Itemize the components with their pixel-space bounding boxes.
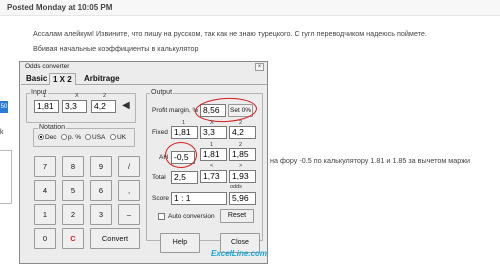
total-under-odds[interactable]: 1,73 bbox=[200, 170, 227, 183]
key-minus[interactable]: – bbox=[118, 204, 140, 225]
score-odds-field[interactable]: 5,96 bbox=[229, 192, 256, 205]
key-7[interactable]: 7 bbox=[34, 156, 56, 177]
arrow-left-icon[interactable]: ◀ bbox=[122, 100, 130, 111]
total-header-under: < bbox=[210, 163, 214, 169]
input-header-1: 1 bbox=[43, 93, 47, 99]
side-panel bbox=[0, 150, 12, 204]
odds-converter-window: Odds converter × Basic 1 X 2 Arbitrage I… bbox=[19, 61, 268, 264]
post-header: Posted Monday at 10:05 PM bbox=[0, 0, 500, 16]
ah-odds-2[interactable]: 1,85 bbox=[229, 148, 256, 161]
key-0[interactable]: 0 bbox=[34, 228, 56, 249]
key-3[interactable]: 3 bbox=[90, 204, 112, 225]
post-text-line-1: Ассалам алейкум! Извините, что пишу на р… bbox=[33, 29, 427, 38]
input-header-2: 2 bbox=[103, 93, 107, 99]
radio-percent-icon bbox=[61, 134, 67, 141]
output-group-label: Output bbox=[150, 89, 174, 96]
fixed-label: Fixed bbox=[152, 129, 168, 136]
window-title: Odds converter bbox=[25, 63, 70, 70]
tab-basic[interactable]: Basic bbox=[23, 73, 50, 85]
convert-button[interactable]: Convert bbox=[90, 228, 140, 249]
notation-uk[interactable]: UK bbox=[110, 134, 126, 141]
post-timestamp: Posted Monday at 10:05 PM bbox=[7, 3, 113, 12]
key-6[interactable]: 6 bbox=[90, 180, 112, 201]
reset-button[interactable]: Reset bbox=[220, 209, 254, 223]
fixed-odds-1[interactable]: 1,81 bbox=[171, 126, 198, 139]
auto-conversion-label: Auto conversion bbox=[168, 213, 215, 220]
radio-uk-icon bbox=[110, 134, 116, 141]
window-close-icon[interactable]: × bbox=[255, 63, 264, 71]
notation-usa[interactable]: USA bbox=[85, 134, 105, 141]
total-label: Total bbox=[152, 174, 166, 181]
side-badge[interactable]: 50 bbox=[0, 101, 8, 113]
clear-button[interactable]: C bbox=[62, 228, 84, 249]
key-4[interactable]: 4 bbox=[34, 180, 56, 201]
tab-bar: Basic 1 X 2 Arbitrage bbox=[21, 73, 267, 85]
input-odds-2[interactable]: 4,2 bbox=[91, 100, 116, 113]
fixed-odds-x[interactable]: 3,3 bbox=[200, 126, 227, 139]
key-5[interactable]: 5 bbox=[62, 180, 84, 201]
help-button[interactable]: Help bbox=[160, 233, 200, 253]
input-odds-1[interactable]: 1,81 bbox=[34, 100, 59, 113]
tab-1x2[interactable]: 1 X 2 bbox=[49, 73, 76, 85]
total-line-field[interactable]: 2,5 bbox=[171, 171, 198, 184]
side-letter: k bbox=[0, 129, 4, 136]
radio-dec-icon bbox=[38, 134, 44, 141]
post-text-line-3: на фору -0.5 по калькулятору 1.81 и 1.85… bbox=[270, 156, 471, 165]
odds-header: odds bbox=[230, 184, 242, 190]
total-over-odds[interactable]: 1,93 bbox=[229, 170, 256, 183]
key-divide[interactable]: / bbox=[118, 156, 140, 177]
key-9[interactable]: 9 bbox=[90, 156, 112, 177]
notation-percent[interactable]: p. % bbox=[61, 134, 81, 141]
tab-arbitrage[interactable]: Arbitrage bbox=[81, 73, 123, 85]
notation-label: Notation bbox=[38, 124, 67, 131]
post-text-line-2: Вбивая начальные коэффициенты в калькуля… bbox=[33, 44, 199, 53]
key-1[interactable]: 1 bbox=[34, 204, 56, 225]
profit-margin-label: Profit margin, % bbox=[152, 107, 199, 114]
input-header-x: X bbox=[75, 93, 79, 99]
radio-usa-icon bbox=[85, 134, 91, 141]
fixed-odds-2[interactable]: 4,2 bbox=[229, 126, 256, 139]
excelline-watermark: ExcelLine.com bbox=[211, 249, 268, 258]
annotation-circle-handicap bbox=[165, 142, 197, 168]
total-header-over: > bbox=[239, 163, 243, 169]
score-label: Score bbox=[152, 195, 169, 202]
score-field[interactable]: 1 : 1 bbox=[171, 192, 227, 205]
key-8[interactable]: 8 bbox=[62, 156, 84, 177]
input-odds-x[interactable]: 3,3 bbox=[62, 100, 87, 113]
ah-odds-1[interactable]: 1,81 bbox=[200, 148, 227, 161]
key-2[interactable]: 2 bbox=[62, 204, 84, 225]
notation-dec[interactable]: Dec bbox=[38, 134, 57, 141]
auto-conversion-checkbox[interactable] bbox=[158, 213, 165, 220]
key-comma[interactable]: , bbox=[118, 180, 140, 201]
